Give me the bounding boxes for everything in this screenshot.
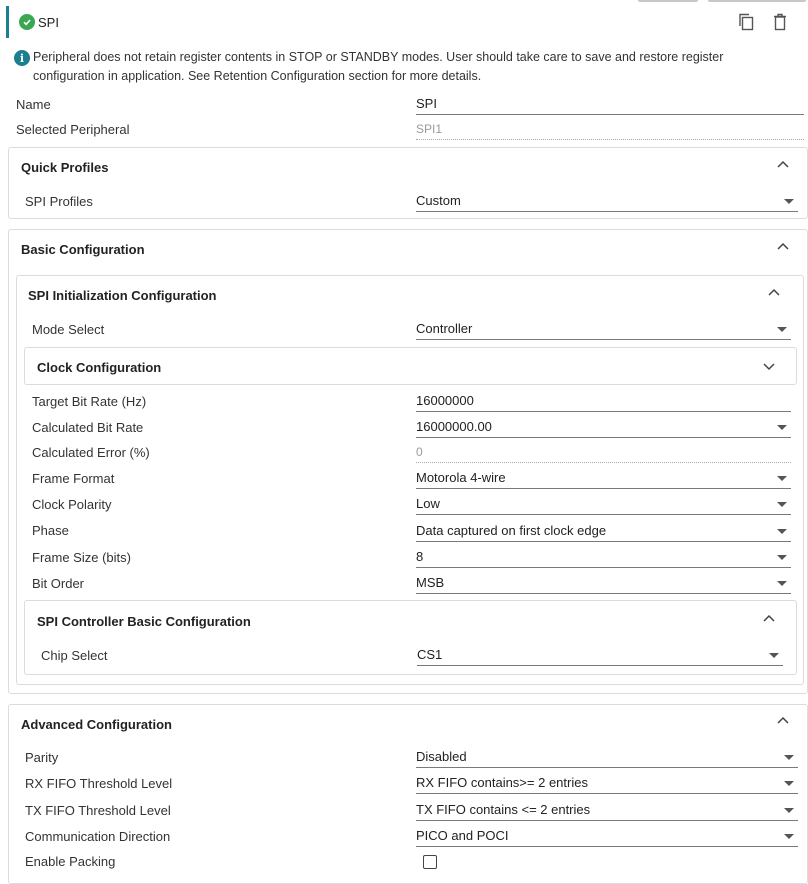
clock-polarity-value: Low xyxy=(416,496,440,511)
clock-configuration-title: Clock Configuration xyxy=(37,360,162,375)
calculated-error-field: 0 xyxy=(416,441,791,463)
spi-profiles-label: SPI Profiles xyxy=(25,194,93,209)
selected-peripheral-field: SPI1 xyxy=(416,118,804,140)
spi-controller-title: SPI Controller Basic Configuration xyxy=(37,614,251,629)
rx-fifo-label: RX FIFO Threshold Level xyxy=(25,776,173,791)
chip-select-value: CS1 xyxy=(417,647,443,662)
copy-icon[interactable] xyxy=(736,12,756,32)
mode-select[interactable]: Controller xyxy=(416,318,791,340)
name-label: Name xyxy=(16,97,51,112)
chevron-up-icon[interactable] xyxy=(776,160,790,170)
chevron-up-icon[interactable] xyxy=(776,716,790,726)
info-text: Peripheral does not retain register cont… xyxy=(33,50,724,83)
frame-format-label: Frame Format xyxy=(32,471,115,486)
tx-fifo-select[interactable]: TX FIFO contains <= 2 entries xyxy=(416,799,798,821)
calculated-error-value: 0 xyxy=(416,445,423,459)
bit-order-label: Bit Order xyxy=(32,576,85,591)
chevron-down-icon xyxy=(784,834,794,839)
phase-select[interactable]: Data captured on first clock edge xyxy=(416,520,791,542)
chevron-down-icon xyxy=(777,555,787,560)
spi-init-title: SPI Initialization Configuration xyxy=(28,288,217,303)
selected-peripheral-label: Selected Peripheral xyxy=(16,122,130,137)
chevron-up-icon[interactable] xyxy=(767,288,781,298)
frame-size-select[interactable]: 8 xyxy=(416,546,791,568)
chevron-down-icon xyxy=(777,581,787,586)
chevron-down-icon xyxy=(784,199,794,204)
toolbar-edge xyxy=(638,0,698,2)
chevron-down-icon xyxy=(777,502,787,507)
basic-configuration-title: Basic Configuration xyxy=(21,242,145,257)
module-title: SPI xyxy=(38,14,59,30)
chevron-down-icon[interactable] xyxy=(762,361,776,371)
chevron-up-icon[interactable] xyxy=(776,242,790,252)
check-circle-icon xyxy=(19,14,35,30)
frame-size-label: Frame Size (bits) xyxy=(32,550,131,565)
rx-fifo-select[interactable]: RX FIFO contains>= 2 entries xyxy=(416,772,798,794)
mode-select-value: Controller xyxy=(416,321,473,336)
chip-select-label: Chip Select xyxy=(41,648,108,663)
communication-direction-select[interactable]: PICO and POCI xyxy=(416,825,798,847)
target-bit-rate-label: Target Bit Rate (Hz) xyxy=(32,394,147,409)
toolbar-edge xyxy=(708,0,806,2)
tx-fifo-value: TX FIFO contains <= 2 entries xyxy=(416,802,591,817)
clock-polarity-label: Clock Polarity xyxy=(32,497,112,512)
calculated-bit-rate-label: Calculated Bit Rate xyxy=(32,420,144,435)
chevron-down-icon xyxy=(777,425,787,430)
clock-polarity-select[interactable]: Low xyxy=(416,493,791,515)
spi-profiles-select[interactable]: Custom xyxy=(416,190,798,212)
chevron-up-icon[interactable] xyxy=(762,614,776,624)
chevron-down-icon xyxy=(784,755,794,760)
communication-direction-label: Communication Direction xyxy=(25,829,171,844)
mode-select-label: Mode Select xyxy=(32,322,105,337)
retention-info: i Peripheral does not retain register co… xyxy=(14,48,794,86)
module-header: SPI xyxy=(6,6,806,38)
info-icon: i xyxy=(14,50,30,66)
calculated-error-label: Calculated Error (%) xyxy=(32,445,150,460)
phase-label: Phase xyxy=(32,523,69,538)
frame-format-value: Motorola 4-wire xyxy=(416,470,506,485)
enable-packing-label: Enable Packing xyxy=(25,854,116,869)
parity-value: Disabled xyxy=(416,749,467,764)
chevron-down-icon xyxy=(769,653,779,658)
delete-icon[interactable] xyxy=(770,12,790,32)
chip-select-select[interactable]: CS1 xyxy=(417,644,783,666)
chevron-down-icon xyxy=(777,529,787,534)
rx-fifo-value: RX FIFO contains>= 2 entries xyxy=(416,775,588,790)
chevron-down-icon xyxy=(784,808,794,813)
calculated-bit-rate-value: 16000000.00 xyxy=(416,419,492,434)
bit-order-select[interactable]: MSB xyxy=(416,572,791,594)
enable-packing-checkbox[interactable] xyxy=(423,855,437,869)
frame-format-select[interactable]: Motorola 4-wire xyxy=(416,467,791,489)
chevron-down-icon xyxy=(777,476,787,481)
spi-profiles-value: Custom xyxy=(416,193,461,208)
phase-value: Data captured on first clock edge xyxy=(416,523,607,538)
tx-fifo-label: TX FIFO Threshold Level xyxy=(25,803,171,818)
selected-peripheral-value: SPI1 xyxy=(416,122,443,136)
frame-size-value: 8 xyxy=(416,549,424,564)
chevron-down-icon xyxy=(784,781,794,786)
quick-profiles-title: Quick Profiles xyxy=(21,160,109,175)
communication-direction-value: PICO and POCI xyxy=(416,828,509,843)
bit-order-value: MSB xyxy=(416,575,445,590)
name-value: SPI xyxy=(416,96,437,111)
advanced-configuration-title: Advanced Configuration xyxy=(21,717,172,732)
parity-select[interactable]: Disabled xyxy=(416,746,798,768)
chevron-down-icon xyxy=(777,327,787,332)
calculated-bit-rate-select[interactable]: 16000000.00 xyxy=(416,416,791,438)
parity-label: Parity xyxy=(25,750,59,765)
target-bit-rate-input[interactable]: 16000000 xyxy=(416,390,791,412)
target-bit-rate-value: 16000000 xyxy=(416,393,474,408)
name-field[interactable]: SPI xyxy=(416,93,804,115)
